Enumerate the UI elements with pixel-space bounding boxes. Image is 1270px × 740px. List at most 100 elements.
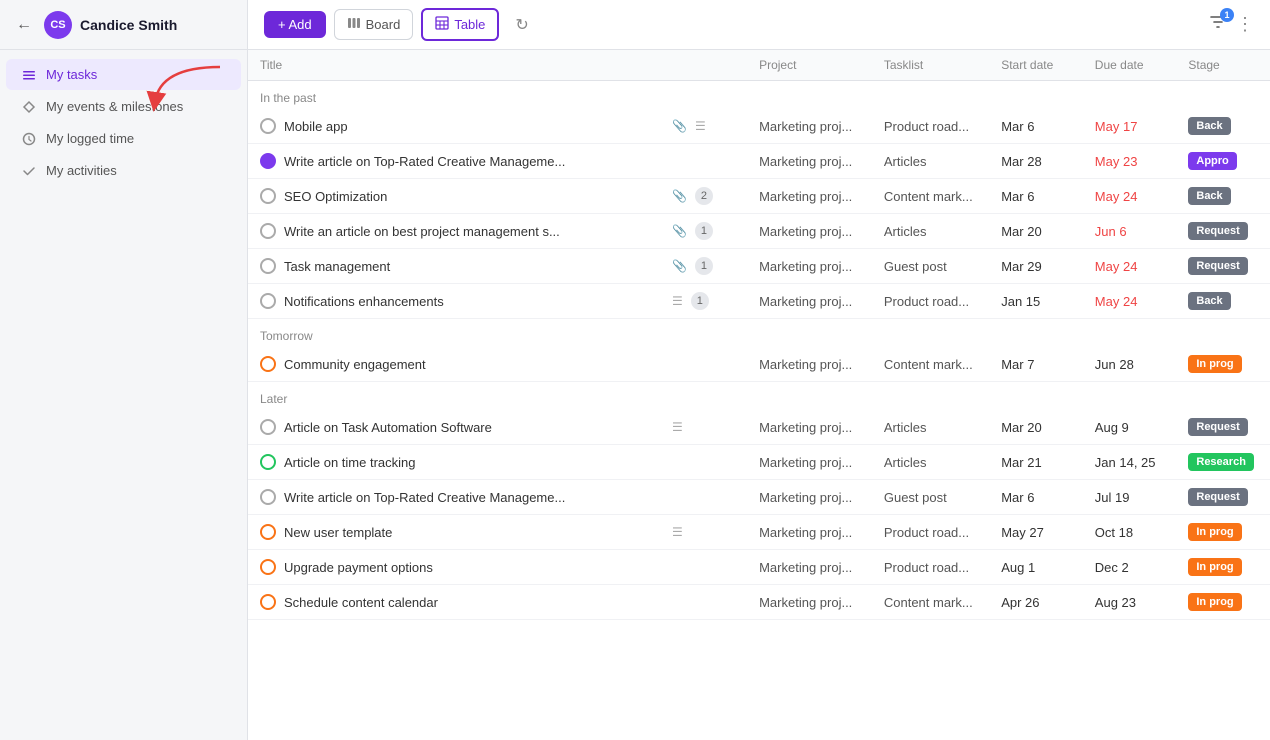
filter-button[interactable]: 1 [1208, 12, 1228, 37]
start-date-cell: Mar 6 [989, 480, 1083, 515]
table-row[interactable]: Upgrade payment optionsMarketing proj...… [248, 550, 1270, 585]
table-row[interactable]: Article on Task Automation Software☰Mark… [248, 410, 1270, 445]
sidebar-item-my-tasks[interactable]: My tasks [6, 59, 241, 90]
table-row[interactable]: Notifications enhancements☰1Marketing pr… [248, 284, 1270, 319]
table-row[interactable]: Article on time trackingMarketing proj..… [248, 445, 1270, 480]
start-date-cell: Mar 7 [989, 347, 1083, 382]
refresh-button[interactable]: ↻ [511, 11, 532, 39]
start-date-cell: Apr 26 [989, 585, 1083, 620]
task-circle[interactable] [260, 118, 276, 134]
task-circle[interactable] [260, 258, 276, 274]
task-name: Write an article on best project managem… [284, 224, 664, 239]
tasklist-cell: Guest post [884, 259, 977, 274]
start-date-cell: Mar 29 [989, 249, 1083, 284]
table-row[interactable]: Write an article on best project managem… [248, 214, 1270, 249]
table-row[interactable]: Task management📎1Marketing proj...Guest … [248, 249, 1270, 284]
task-circle[interactable] [260, 594, 276, 610]
col-title: Title [248, 50, 747, 81]
check-icon [22, 164, 36, 178]
attachment-icon: 📎 [672, 259, 687, 273]
sidebar-item-my-activities[interactable]: My activities [6, 155, 241, 186]
events-icon [22, 100, 36, 114]
project-cell: Marketing proj... [759, 560, 860, 575]
stage-cell: Research [1176, 445, 1270, 480]
due-date-cell: Jun 6 [1083, 214, 1177, 249]
due-date-cell: May 23 [1083, 144, 1177, 179]
due-date-cell: Jun 28 [1083, 347, 1177, 382]
task-circle[interactable] [260, 419, 276, 435]
tasklist-cell: Articles [884, 455, 977, 470]
stage-cell: Request [1176, 410, 1270, 445]
col-tasklist: Tasklist [872, 50, 989, 81]
task-circle[interactable] [260, 356, 276, 372]
board-view-button[interactable]: Board [334, 9, 414, 40]
table-row[interactable]: Write article on Top-Rated Creative Mana… [248, 144, 1270, 179]
tasklist-cell: Guest post [884, 490, 977, 505]
attachment-icon: 📎 [672, 119, 687, 133]
task-circle[interactable] [260, 489, 276, 505]
table-view-button[interactable]: Table [421, 8, 499, 41]
due-date-cell: Jul 19 [1083, 480, 1177, 515]
project-cell: Marketing proj... [759, 294, 860, 309]
due-date-cell: Aug 23 [1083, 585, 1177, 620]
toolbar-right: 1 ⋮ [1208, 12, 1254, 37]
sidebar-header: ← CS Candice Smith [0, 0, 247, 50]
table-row[interactable]: Schedule content calendarMarketing proj.… [248, 585, 1270, 620]
stage-cell: Request [1176, 480, 1270, 515]
section-header: Tomorrow [248, 319, 1270, 348]
tasklist-cell: Articles [884, 420, 977, 435]
stage-cell: Back [1176, 179, 1270, 214]
col-stage: Stage [1176, 50, 1270, 81]
start-date-cell: Mar 6 [989, 179, 1083, 214]
due-date-cell: May 24 [1083, 179, 1177, 214]
task-circle[interactable] [260, 153, 276, 169]
stage-badge: In prog [1188, 558, 1241, 576]
stage-cell: In prog [1176, 515, 1270, 550]
project-cell: Marketing proj... [759, 189, 860, 204]
section-header: In the past [248, 81, 1270, 110]
stage-badge: In prog [1188, 593, 1241, 611]
project-cell: Marketing proj... [759, 259, 860, 274]
sidebar-item-my-logged-time[interactable]: My logged time [6, 123, 241, 154]
task-circle[interactable] [260, 293, 276, 309]
task-name: Mobile app [284, 119, 664, 134]
task-name: SEO Optimization [284, 189, 664, 204]
table-row[interactable]: Write article on Top-Rated Creative Mana… [248, 480, 1270, 515]
filter-badge: 1 [1220, 8, 1234, 22]
more-options-button[interactable]: ⋮ [1236, 14, 1254, 35]
task-name: New user template [284, 525, 664, 540]
table-row[interactable]: Mobile app📎☰Marketing proj...Product roa… [248, 109, 1270, 144]
back-button[interactable]: ← [12, 13, 36, 37]
tasklist-cell: Product road... [884, 525, 977, 540]
sidebar-item-label: My tasks [46, 67, 97, 82]
table-row[interactable]: New user template☰Marketing proj...Produ… [248, 515, 1270, 550]
stage-badge: In prog [1188, 523, 1241, 541]
stage-cell: Back [1176, 109, 1270, 144]
project-cell: Marketing proj... [759, 490, 860, 505]
sidebar-item-my-events[interactable]: My events & milestones [6, 91, 241, 122]
count-badge: 1 [695, 222, 713, 240]
sidebar-item-label: My events & milestones [46, 99, 183, 114]
task-name: Write article on Top-Rated Creative Mana… [284, 490, 664, 505]
task-circle[interactable] [260, 223, 276, 239]
list-icon: ☰ [695, 119, 706, 133]
project-cell: Marketing proj... [759, 357, 860, 372]
task-circle[interactable] [260, 188, 276, 204]
task-circle[interactable] [260, 454, 276, 470]
table-row[interactable]: Community engagementMarketing proj...Con… [248, 347, 1270, 382]
board-label: Board [366, 17, 401, 32]
tasklist-cell: Content mark... [884, 189, 977, 204]
task-circle[interactable] [260, 559, 276, 575]
task-circle[interactable] [260, 524, 276, 540]
main-content: + Add Board Table ↻ 1 ⋮ Title [248, 0, 1270, 740]
task-name: Task management [284, 259, 664, 274]
project-cell: Marketing proj... [759, 420, 860, 435]
table-container: Title Project Tasklist Start date Due da… [248, 50, 1270, 740]
start-date-cell: Jan 15 [989, 284, 1083, 319]
board-icon [347, 16, 361, 33]
table-row[interactable]: SEO Optimization📎2Marketing proj...Conte… [248, 179, 1270, 214]
project-cell: Marketing proj... [759, 224, 860, 239]
tasks-icon [22, 68, 36, 82]
col-start-date: Start date [989, 50, 1083, 81]
add-button[interactable]: + Add [264, 11, 326, 38]
